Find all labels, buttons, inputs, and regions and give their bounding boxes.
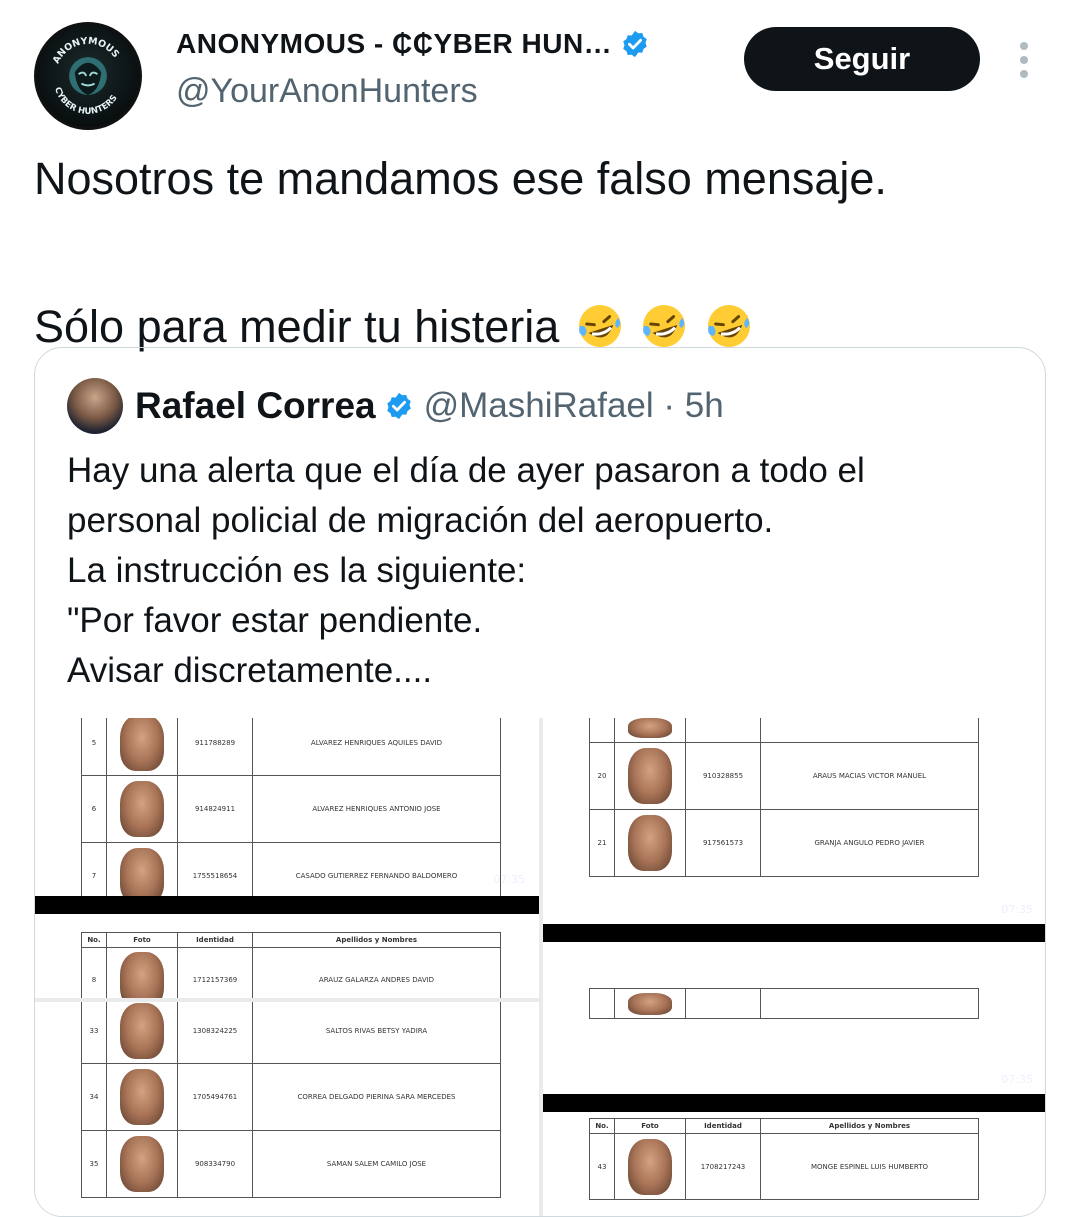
quoted-line: "Por favor estar pendiente.: [67, 601, 483, 640]
person-photo: [120, 952, 164, 998]
table-cell: 911788289: [177, 718, 253, 776]
table-cell: 20: [589, 742, 615, 810]
suspects-table: 33 1308324225 SALTOS RIVAS BETSY YADIRA 34…: [81, 1002, 501, 1198]
suspects-table: 5 911788289 ALVAREZ HENRIQUES AQUILES DAVI…: [81, 718, 501, 896]
author-name-row[interactable]: ANONYMOUS - ₵₵YBER HUN…: [176, 28, 650, 60]
table-header: No.: [81, 932, 107, 948]
media-panel[interactable]: 20 910328855 ARAUS MACIAS VICTOR MANUEL 21…: [543, 718, 1045, 924]
media-panel[interactable]: No. Foto Identidad Apellidos y Nombres 43 17…: [543, 1112, 1045, 1216]
suspects-table: [589, 988, 979, 1019]
table-cell: 1705494761: [177, 1063, 253, 1131]
quoted-line: Avisar discretamente....: [67, 651, 433, 690]
quoted-line: La instrucción es la siguiente:: [67, 551, 527, 590]
author-display-name[interactable]: ANONYMOUS - ₵₵YBER HUN…: [176, 28, 612, 60]
table-cell: MONGE ESPINEL LUIS HUMBERTO: [760, 1133, 979, 1200]
media-panel[interactable]: 5 911788289 ALVAREZ HENRIQUES AQUILES DAVI…: [35, 718, 539, 896]
tweet-text: Nosotros te mandamos ese falso mensaje. …: [34, 150, 1044, 356]
person-photo: [120, 1003, 164, 1059]
table-cell: 7: [81, 842, 107, 896]
table-cell: GRANJA ANGULO PEDRO JAVIER: [760, 809, 979, 877]
video-bar: [543, 924, 1045, 942]
table-cell: 917561573: [685, 809, 761, 877]
author-handle[interactable]: @YourAnonHunters: [176, 72, 478, 111]
quoted-media-grid[interactable]: 5 911788289 ALVAREZ HENRIQUES AQUILES DAVI…: [35, 718, 1045, 1216]
table-cell: 914824911: [177, 775, 253, 843]
table-cell: CORREA DELGADO PIERINA SARA MERCEDES: [252, 1063, 501, 1131]
person-photo: [628, 1138, 672, 1195]
person-photo: [628, 815, 672, 871]
table-header: Foto: [614, 1118, 686, 1134]
video-bar: [543, 1094, 1045, 1112]
quoted-header: Rafael Correa @MashiRafael · 5h: [67, 378, 724, 434]
author-avatar[interactable]: ANONYMOUS CYBER HUNTERS: [34, 22, 142, 130]
person-photo: [120, 1136, 164, 1192]
person-photo: [120, 1069, 164, 1125]
media-panel[interactable]: 33 1308324225 SALTOS RIVAS BETSY YADIRA 34…: [35, 1002, 539, 1216]
table-cell: ALVAREZ HENRIQUES ANTONIO JOSE: [252, 775, 501, 843]
quoted-author-name[interactable]: Rafael Correa: [135, 385, 376, 427]
person-photo: [120, 718, 164, 771]
laughing-emoji-icon: [578, 305, 621, 347]
suspects-table: No. Foto Identidad Apellidos y Nombres 8 171…: [81, 932, 501, 998]
table-cell: ARAUZ GALARZA ANDRES DAVID: [252, 947, 501, 998]
laughing-emoji-icon: [643, 305, 686, 347]
table-cell: 21: [589, 809, 615, 877]
quoted-text: Hay una alerta que el día de ayer pasaro…: [67, 446, 1017, 696]
quoted-tweet-card[interactable]: Rafael Correa @MashiRafael · 5h Hay una …: [34, 347, 1046, 1217]
suspects-table: No. Foto Identidad Apellidos y Nombres 43 17…: [589, 1118, 979, 1200]
table-cell: ALVAREZ HENRIQUES AQUILES DAVID: [252, 718, 501, 776]
table-cell: 1712157369: [177, 947, 253, 998]
more-options-icon[interactable]: [1012, 42, 1036, 82]
table-cell: SALTOS RIVAS BETSY YADIRA: [252, 1002, 501, 1064]
person-photo: [628, 718, 672, 738]
video-timestamp: 07:35: [1001, 903, 1033, 916]
table-cell: SAMAN SALEM CAMILO JOSE: [252, 1130, 501, 1198]
table-cell: 34: [81, 1063, 107, 1131]
table-header: Identidad: [685, 1118, 761, 1134]
table-header: Foto: [106, 932, 178, 948]
video-timestamp: 07:35: [493, 873, 525, 886]
table-cell: 908334790: [177, 1130, 253, 1198]
quoted-line: personal policial de migración del aerop…: [67, 501, 774, 540]
person-photo: [628, 748, 672, 804]
table-cell: 1755518654: [177, 842, 253, 896]
media-panel[interactable]: No. Foto Identidad Apellidos y Nombres 8 171…: [35, 914, 539, 998]
table-cell: ARAUS MACIAS VICTOR MANUEL: [760, 742, 979, 810]
table-cell: 910328855: [685, 742, 761, 810]
table-cell: 33: [81, 1002, 107, 1064]
laughing-emoji-icon: [707, 305, 750, 347]
table-header: No.: [589, 1118, 615, 1134]
tweet-line-1: Nosotros te mandamos ese falso mensaje.: [34, 153, 887, 204]
suspects-table: 20 910328855 ARAUS MACIAS VICTOR MANUEL 21…: [589, 718, 979, 877]
tweet-line-2-text: Sólo para medir tu histeria: [34, 301, 560, 352]
table-cell: 1308324225: [177, 1002, 253, 1064]
person-photo: [628, 992, 672, 1015]
media-panel[interactable]: 07:35: [543, 942, 1045, 1094]
table-cell: 6: [81, 775, 107, 843]
table-header: Identidad: [177, 932, 253, 948]
video-timestamp: 07:35: [1001, 1073, 1033, 1086]
table-cell: 43: [589, 1133, 615, 1200]
table-cell: 8: [81, 947, 107, 998]
follow-button[interactable]: Seguir: [744, 27, 980, 91]
table-cell: 35: [81, 1130, 107, 1198]
quoted-handle-time[interactable]: @MashiRafael · 5h: [424, 386, 724, 426]
quoted-avatar[interactable]: [67, 378, 123, 434]
person-photo: [120, 848, 164, 896]
table-cell: 5: [81, 718, 107, 776]
quoted-line: Hay una alerta que el día de ayer pasaro…: [67, 451, 865, 490]
person-photo: [120, 781, 164, 837]
table-header: Apellidos y Nombres: [252, 932, 501, 948]
table-header: Apellidos y Nombres: [760, 1118, 979, 1134]
table-cell: CASADO GUTIERREZ FERNANDO BALDOMERO: [252, 842, 501, 896]
video-bar: [35, 896, 539, 914]
verified-badge-icon: [386, 392, 411, 420]
verified-badge-icon: [623, 30, 647, 58]
table-cell: 1708217243: [685, 1133, 761, 1200]
